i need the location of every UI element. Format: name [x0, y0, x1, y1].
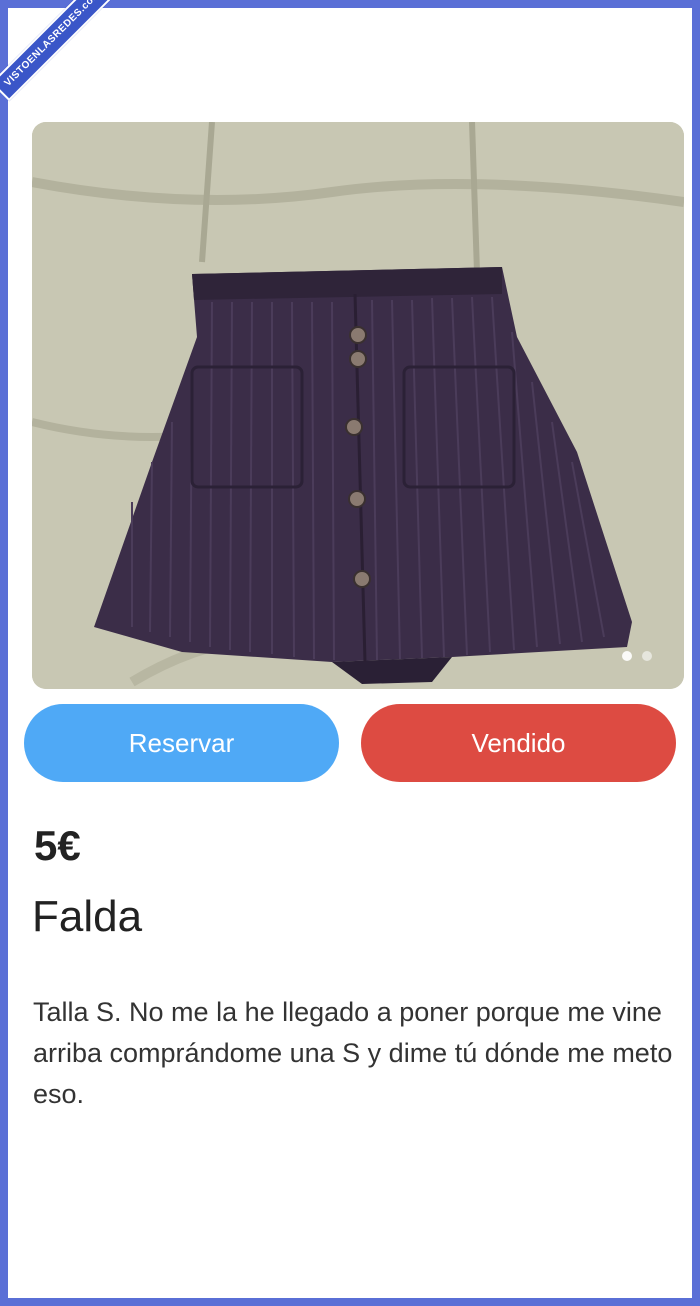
- sold-button[interactable]: Vendido: [361, 704, 676, 782]
- price: 5€: [34, 822, 81, 869]
- carousel-dot[interactable]: [622, 651, 632, 661]
- item-description: Talla S. No me la he llegado a poner por…: [33, 997, 673, 1109]
- skirt-image: [32, 122, 684, 689]
- product-photo[interactable]: [32, 122, 684, 689]
- listing-card: VISTOENLASREDES.com Reservar Vendido 5€ …: [0, 0, 692, 1298]
- item-title: Falda: [32, 892, 143, 941]
- carousel-dots: [622, 651, 652, 661]
- watermark: VISTOENLASREDES.com: [0, 0, 116, 102]
- carousel-dot[interactable]: [642, 651, 652, 661]
- reserve-button[interactable]: Reservar: [24, 704, 339, 782]
